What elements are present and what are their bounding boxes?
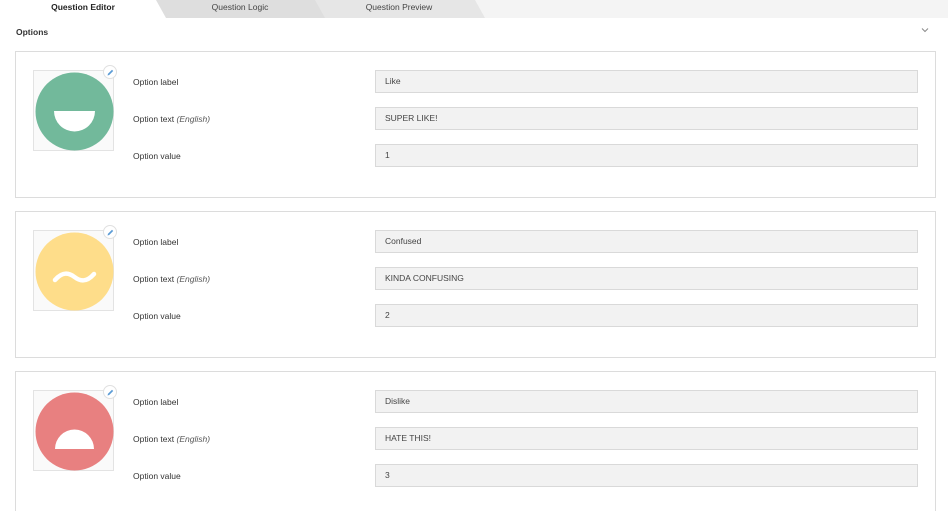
edit-image-button[interactable] (103, 65, 117, 79)
option-label-input[interactable]: Confused (375, 230, 918, 253)
tab-label: Question Logic (211, 2, 269, 12)
option-card: Option label Option text (English) Optio… (15, 211, 936, 358)
pencil-icon (107, 69, 114, 76)
option-label-label: Option label (133, 237, 179, 247)
tab-question-logic[interactable]: Question Logic (155, 0, 325, 18)
option-text-input[interactable]: KINDA CONFUSING (375, 267, 918, 290)
option-image[interactable] (33, 390, 114, 471)
option-value-label: Option value (133, 151, 181, 161)
pencil-icon (107, 389, 114, 396)
option-value-input[interactable]: 3 (375, 464, 918, 487)
option-text-input[interactable]: SUPER LIKE! (375, 107, 918, 130)
tab-label: Question Preview (365, 2, 433, 12)
pencil-icon (107, 229, 114, 236)
option-value-input[interactable]: 1 (375, 144, 918, 167)
sad-face-icon (35, 392, 114, 471)
option-text-label: Option text (English) (133, 274, 211, 284)
tab-label: Question Editor (51, 2, 115, 12)
option-image[interactable] (33, 70, 114, 151)
edit-image-button[interactable] (103, 385, 117, 399)
chevron-down-icon[interactable] (919, 24, 931, 36)
option-text-label: Option text (English) (133, 114, 211, 124)
option-value-input[interactable]: 2 (375, 304, 918, 327)
option-text-label: Option text (English) (133, 434, 211, 444)
confused-face-icon (35, 232, 114, 311)
option-label-input[interactable]: Like (375, 70, 918, 93)
option-label-input[interactable]: Dislike (375, 390, 918, 413)
section-title: Options (16, 27, 49, 37)
option-card: Option label Option text (English) Optio… (15, 371, 936, 511)
tab-bar: Question Editor Question Logic Question … (0, 0, 948, 18)
edit-image-button[interactable] (103, 225, 117, 239)
option-text-input[interactable]: HATE THIS! (375, 427, 918, 450)
smile-face-icon (35, 72, 114, 151)
option-value-label: Option value (133, 471, 181, 481)
option-value-label: Option value (133, 311, 181, 321)
option-image[interactable] (33, 230, 114, 311)
tab-question-preview[interactable]: Question Preview (313, 0, 485, 18)
option-card: Option label Option text (English) Optio… (15, 51, 936, 198)
option-label-label: Option label (133, 77, 179, 87)
option-label-label: Option label (133, 397, 179, 407)
tab-question-editor[interactable]: Question Editor (0, 0, 166, 18)
